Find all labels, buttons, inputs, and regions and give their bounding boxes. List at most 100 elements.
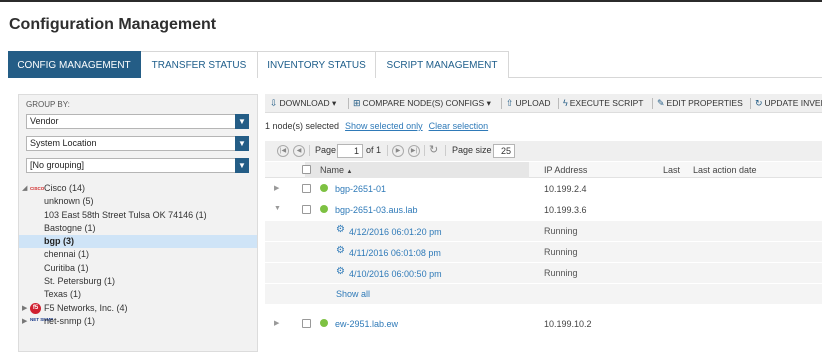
row-checkbox[interactable] bbox=[302, 205, 311, 214]
select-value: [No grouping] bbox=[30, 160, 85, 170]
node-name-link[interactable]: bgp-2651-01 bbox=[335, 184, 386, 194]
execute-script-button[interactable]: ϟ EXECUTE SCRIPT bbox=[563, 94, 643, 113]
expand-icon[interactable]: ▶ bbox=[274, 319, 279, 327]
tab-inventory-status[interactable]: INVENTORY STATUS bbox=[258, 51, 376, 78]
grid-header: Name ▲ IP Address Last Last action date bbox=[265, 162, 822, 178]
page-size-input[interactable]: 25 bbox=[493, 144, 515, 158]
select-all-checkbox[interactable] bbox=[302, 165, 311, 174]
divider bbox=[750, 98, 751, 109]
net-snmp-logo-icon: NET SNMP bbox=[30, 316, 54, 322]
clear-selection-link[interactable]: Clear selection bbox=[429, 121, 489, 131]
config-date-link[interactable]: 4/11/2016 06:01:08 pm bbox=[349, 248, 441, 258]
group-by-select-1[interactable]: Vendor ▼ bbox=[26, 114, 249, 129]
compare-icon: ⊞ bbox=[353, 98, 361, 108]
tree-node-label: bgp (3) bbox=[44, 236, 74, 247]
divider bbox=[501, 98, 502, 109]
expand-icon[interactable]: ▶ bbox=[22, 302, 27, 315]
tab-script-management[interactable]: SCRIPT MANAGEMENT bbox=[376, 51, 509, 78]
page-number-input[interactable]: 1 bbox=[337, 144, 363, 158]
lightning-icon: ϟ bbox=[563, 98, 568, 108]
tree-node-chennai[interactable]: chennai (1) bbox=[19, 248, 257, 261]
config-gear-icon: ⚙ bbox=[336, 245, 345, 256]
job-status: Running bbox=[544, 226, 578, 236]
group-by-select-2[interactable]: System Location ▼ bbox=[26, 136, 249, 151]
collapse-icon[interactable]: ◢ bbox=[22, 182, 27, 195]
tree-node-f5[interactable]: ▶ f5 F5 Networks, Inc. (4) bbox=[19, 302, 257, 315]
selection-count: 1 node(s) selected bbox=[265, 121, 340, 131]
tree-node-st-petersburg[interactable]: St. Petersburg (1) bbox=[19, 275, 257, 288]
job-status: Running bbox=[544, 268, 578, 278]
expand-icon[interactable]: ▶ bbox=[274, 184, 279, 192]
chevron-down-icon[interactable]: ▼ bbox=[235, 158, 249, 173]
next-page-icon[interactable]: ▶ bbox=[392, 145, 404, 157]
status-up-icon bbox=[320, 319, 328, 327]
chevron-down-icon[interactable]: ▼ bbox=[235, 136, 249, 151]
ip-column-header[interactable]: IP Address bbox=[544, 165, 587, 175]
tree-node-label: Bastogne (1) bbox=[44, 222, 96, 233]
refresh-icon[interactable]: ↻ bbox=[429, 143, 438, 156]
chevron-down-icon[interactable]: ▼ bbox=[235, 114, 249, 129]
prev-page-icon[interactable]: ◀ bbox=[293, 145, 305, 157]
edit-properties-button[interactable]: ✎ EDIT PROPERTIES bbox=[657, 94, 743, 113]
select-value: System Location bbox=[30, 138, 97, 148]
update-inventory-button[interactable]: ↻UPDATE INVENT bbox=[755, 94, 822, 113]
config-date-link[interactable]: 4/10/2016 06:00:50 pm bbox=[349, 269, 442, 279]
nodes-grid-area: ⇩ DOWNLOAD ▾ ⊞ COMPARE NODE(S) CONFIGS ▾ ⇧… bbox=[265, 94, 822, 352]
update-label: UPDATE INVENT bbox=[764, 98, 822, 108]
config-job-row[interactable]: ⚙ 4/12/2016 06:01:20 pm Running bbox=[265, 221, 822, 241]
tree-node-bgp[interactable]: bgp (3) bbox=[19, 235, 257, 249]
pencil-icon: ✎ bbox=[657, 98, 665, 108]
main-panel: GROUP BY: Vendor ▼ System Location ▼ [No… bbox=[8, 79, 822, 352]
table-row[interactable]: ▶ ew-2951.lab.ew 10.199.10.2 bbox=[265, 314, 822, 334]
tree-node-label: St. Petersburg (1) bbox=[44, 276, 116, 287]
last-action-date-header[interactable]: Last action date bbox=[693, 165, 757, 175]
tree-node-texas[interactable]: Texas (1) bbox=[19, 288, 257, 301]
tree-node-curitiba[interactable]: Curitiba (1) bbox=[19, 262, 257, 275]
upload-icon: ⇧ bbox=[506, 98, 514, 108]
tab-transfer-status[interactable]: TRANSFER STATUS bbox=[141, 51, 258, 78]
name-column-header[interactable]: Name ▲ bbox=[320, 165, 352, 175]
download-label: DOWNLOAD bbox=[279, 98, 330, 108]
config-job-row[interactable]: ⚙ 4/10/2016 06:00:50 pm Running bbox=[265, 263, 822, 283]
tree-node-label: Curitiba (1) bbox=[44, 262, 89, 273]
collapse-icon[interactable]: ▼ bbox=[274, 205, 281, 212]
tree-node-label: net-snmp (1) bbox=[44, 315, 96, 326]
node-name-link[interactable]: ew-2951.lab.ew bbox=[335, 319, 398, 329]
compare-configs-button[interactable]: ⊞ COMPARE NODE(S) CONFIGS ▾ bbox=[353, 94, 491, 113]
select-value: Vendor bbox=[30, 116, 59, 126]
node-name-link[interactable]: bgp-2651-03.aus.lab bbox=[335, 205, 418, 215]
config-job-row[interactable]: ⚙ 4/11/2016 06:01:08 pm Running bbox=[265, 242, 822, 262]
show-all-row: Show all bbox=[265, 284, 822, 304]
group-by-select-3[interactable]: [No grouping] ▼ bbox=[26, 158, 249, 173]
row-checkbox[interactable] bbox=[302, 319, 311, 328]
table-row[interactable]: ▶ bgp-2651-01 10.199.2.4 bbox=[265, 179, 822, 199]
tree-node-unknown[interactable]: unknown (5) bbox=[19, 195, 257, 208]
upload-button[interactable]: ⇧ UPLOAD bbox=[506, 94, 551, 113]
group-by-label: GROUP BY: bbox=[26, 100, 70, 109]
row-checkbox[interactable] bbox=[302, 184, 311, 193]
node-ip: 10.199.3.6 bbox=[544, 205, 587, 215]
divider bbox=[387, 145, 388, 156]
show-selected-link[interactable]: Show selected only bbox=[345, 121, 423, 131]
tab-config-management[interactable]: CONFIG MANAGEMENT bbox=[8, 51, 141, 78]
last-column-header[interactable]: Last bbox=[663, 165, 680, 175]
first-page-icon[interactable]: |◀ bbox=[277, 145, 289, 157]
page-label: Page bbox=[315, 145, 337, 155]
upload-label: UPLOAD bbox=[515, 98, 551, 108]
last-page-icon[interactable]: ▶| bbox=[408, 145, 420, 157]
table-row[interactable]: ▼ bgp-2651-03.aus.lab 10.199.3.6 bbox=[265, 200, 822, 220]
tree-node-tulsa[interactable]: 103 East 58th Street Tulsa OK 74146 (1) bbox=[19, 209, 257, 222]
tree-node-bastogne[interactable]: Bastogne (1) bbox=[19, 222, 257, 235]
config-date-link[interactable]: 4/12/2016 06:01:20 pm bbox=[349, 227, 442, 237]
divider bbox=[309, 145, 310, 156]
compare-label: COMPARE NODE(S) CONFIGS bbox=[362, 98, 485, 108]
name-header-label: Name bbox=[320, 165, 345, 175]
download-button[interactable]: ⇩ DOWNLOAD ▾ bbox=[270, 94, 336, 113]
selection-info: 1 node(s) selected Show selected only Clea… bbox=[265, 121, 488, 131]
expand-icon[interactable]: ▶ bbox=[22, 315, 27, 328]
show-all-link[interactable]: Show all bbox=[336, 289, 370, 299]
divider bbox=[445, 145, 446, 156]
tree-node-net-snmp[interactable]: ▶ NET SNMP net-snmp (1) bbox=[19, 315, 257, 328]
page-title: Configuration Management bbox=[9, 16, 217, 33]
tree-node-cisco[interactable]: ◢ CISCO Cisco (14) bbox=[19, 182, 257, 195]
